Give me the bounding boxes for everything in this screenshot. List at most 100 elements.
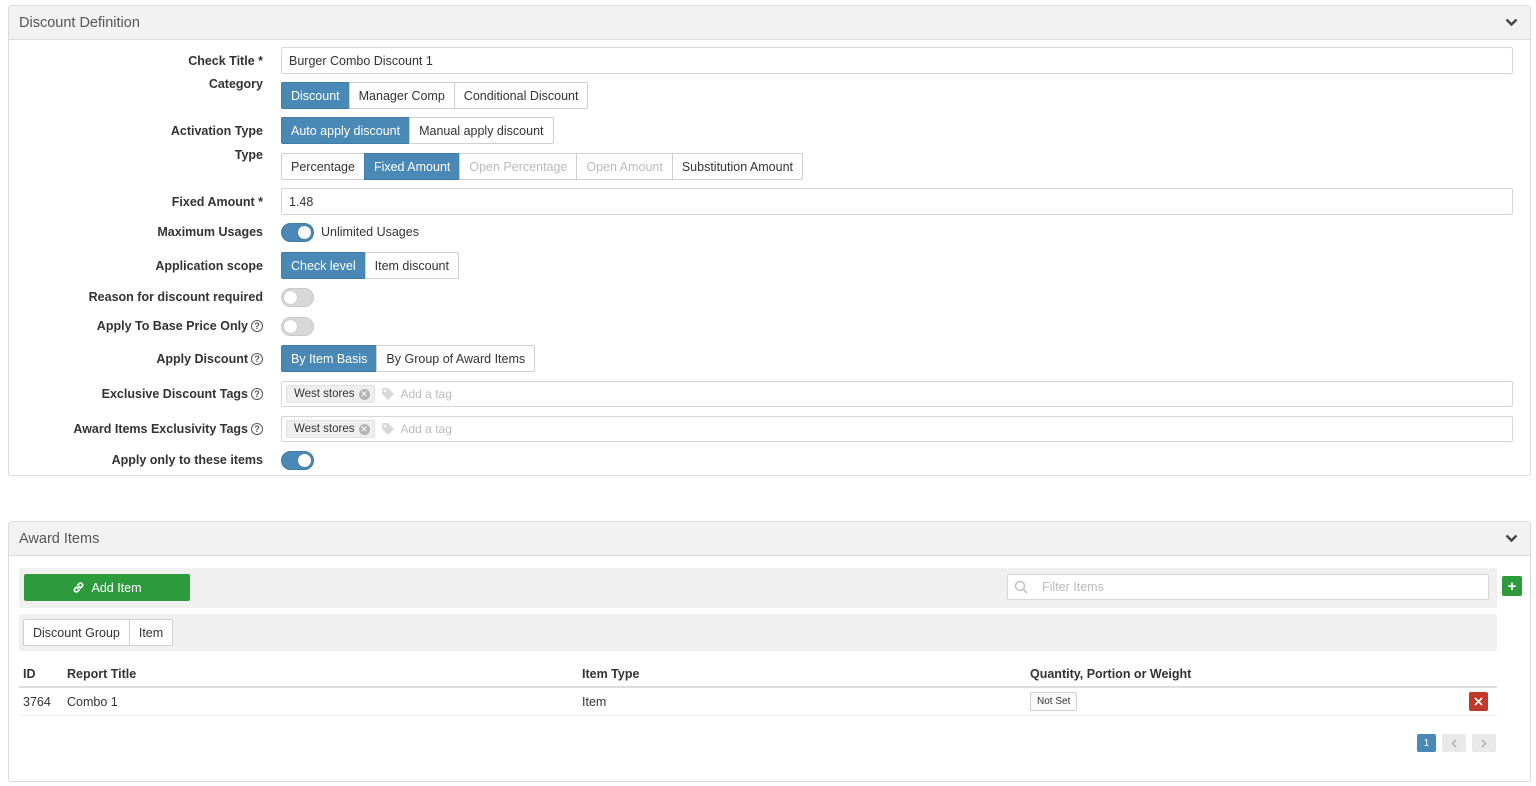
next-page-icon[interactable]: [1472, 734, 1496, 752]
type-row: Type Percentage Fixed Amount Open Percen…: [9, 148, 1530, 180]
type-button-group: Percentage Fixed Amount Open Percentage …: [281, 153, 804, 180]
activation-type-row: Activation Type Auto apply discount Manu…: [9, 117, 1530, 144]
apply-discount-label: Apply Discount ?: [156, 352, 263, 366]
type-open-percentage-button: Open Percentage: [459, 153, 578, 180]
help-circle-icon[interactable]: ?: [251, 423, 263, 435]
page-button[interactable]: 1: [1417, 734, 1436, 752]
exclusive-tags-input[interactable]: West stores ✕ Add a tag: [281, 381, 1513, 407]
tab-item[interactable]: Item: [128, 619, 174, 646]
cell-id: 3764: [23, 694, 51, 709]
apply-only-items-label: Apply only to these items: [111, 453, 263, 467]
tag-chip: West stores ✕: [286, 385, 375, 403]
help-circle-icon[interactable]: ?: [251, 388, 263, 400]
maximum-usages-label: Maximum Usages: [157, 225, 263, 239]
add-item-button[interactable]: Add Item: [24, 574, 190, 601]
chevron-down-icon[interactable]: [1502, 530, 1520, 548]
plus-button[interactable]: +: [1502, 576, 1522, 596]
tag-icon: [381, 423, 394, 435]
category-conditional-discount-button[interactable]: Conditional Discount: [453, 82, 589, 109]
category-row: Category Discount Manager Comp Condition…: [9, 77, 1530, 109]
fixed-amount-input[interactable]: 1.48: [281, 188, 1513, 215]
cell-item-type: Item: [582, 694, 607, 709]
unlink-icon[interactable]: [1469, 692, 1488, 711]
category-manager-comp-button[interactable]: Manager Comp: [348, 82, 455, 109]
pagination: 1: [1417, 734, 1496, 752]
remove-tag-icon[interactable]: ✕: [358, 388, 370, 400]
add-tag-placeholder[interactable]: Add a tag: [381, 422, 452, 436]
application-scope-row: Application scope Check level Item disco…: [9, 252, 1530, 279]
toggle-knob: [284, 290, 297, 304]
help-circle-icon[interactable]: ?: [251, 320, 263, 332]
col-quantity: Quantity, Portion or Weight: [1030, 667, 1192, 681]
item-discount-button[interactable]: Item discount: [364, 252, 459, 279]
base-price-label: Apply To Base Price Only ?: [97, 319, 263, 333]
tag-chip: West stores ✕: [286, 420, 375, 438]
apply-discount-row: Apply Discount ? By Item Basis By Group …: [9, 345, 1530, 372]
search-icon: [1014, 580, 1028, 594]
award-items-panel: Award Items Add Item + Discount Group It…: [8, 521, 1531, 782]
toggle-knob: [298, 453, 311, 467]
award-items-header[interactable]: Award Items: [9, 522, 1530, 556]
check-title-input[interactable]: Burger Combo Discount 1: [281, 47, 1513, 74]
award-items-table: ID Report Title Item Type Quantity, Port…: [19, 662, 1497, 716]
manual-apply-button[interactable]: Manual apply discount: [409, 117, 554, 144]
base-price-row: Apply To Base Price Only ?: [9, 316, 1530, 336]
base-price-toggle[interactable]: [281, 316, 314, 336]
filter-items-input[interactable]: [1040, 579, 1460, 595]
type-label: Type: [234, 148, 263, 162]
col-report-title: Report Title: [67, 667, 137, 681]
category-button-group: Discount Manager Comp Conditional Discou…: [281, 82, 589, 109]
col-item-type: Item Type: [582, 667, 640, 681]
application-scope-button-group: Check level Item discount: [281, 252, 459, 279]
remove-tag-icon[interactable]: ✕: [358, 423, 370, 435]
type-percentage-button[interactable]: Percentage: [281, 153, 365, 180]
table-row[interactable]: 3764 Combo 1 Item Not Set: [19, 688, 1497, 716]
check-level-button[interactable]: Check level: [281, 252, 366, 279]
help-circle-icon[interactable]: ?: [251, 352, 263, 365]
link-icon: [74, 582, 84, 593]
add-tag-placeholder[interactable]: Add a tag: [381, 387, 452, 401]
apply-only-items-toggle[interactable]: [281, 450, 314, 470]
check-title-label: Check Title *: [188, 53, 263, 68]
maximum-usages-row: Maximum Usages Unlimited Usages: [9, 222, 1530, 242]
award-exclusivity-tags-row: Award Items Exclusivity Tags ? West stor…: [9, 416, 1530, 442]
panel-title: Award Items: [19, 530, 100, 547]
tag-chip-label: West stores: [294, 388, 355, 400]
toggle-knob: [298, 225, 311, 239]
col-id: ID: [23, 667, 36, 681]
fixed-amount-row: Fixed Amount * 1.48: [9, 188, 1530, 215]
exclusive-tags-row: Exclusive Discount Tags ? West stores ✕ …: [9, 381, 1530, 407]
quantity-not-set-button[interactable]: Not Set: [1030, 692, 1078, 711]
prev-page-icon[interactable]: [1442, 734, 1466, 752]
auto-apply-button[interactable]: Auto apply discount: [281, 117, 411, 144]
award-exclusivity-tags-input[interactable]: West stores ✕ Add a tag: [281, 416, 1513, 442]
category-discount-button[interactable]: Discount: [281, 82, 350, 109]
activation-type-label: Activation Type: [170, 123, 263, 138]
discount-definition-header[interactable]: Discount Definition: [9, 6, 1530, 40]
tag-chip-label: West stores: [294, 423, 355, 435]
reason-required-label: Reason for discount required: [88, 290, 263, 304]
filter-items-field[interactable]: [1007, 574, 1489, 600]
award-toolbar: Add Item: [19, 568, 1497, 608]
type-fixed-amount-button[interactable]: Fixed Amount: [363, 153, 461, 180]
fixed-amount-label: Fixed Amount *: [171, 194, 263, 209]
add-item-label: Add Item: [91, 580, 142, 595]
exclusive-tags-label: Exclusive Discount Tags ?: [102, 387, 263, 401]
maximum-usages-toggle[interactable]: [281, 222, 314, 242]
by-item-basis-button[interactable]: By Item Basis: [281, 345, 378, 372]
by-group-award-items-button[interactable]: By Group of Award Items: [376, 345, 536, 372]
type-substitution-amount-button[interactable]: Substitution Amount: [671, 153, 804, 180]
cell-report-title: Combo 1: [67, 694, 118, 709]
tab-discount-group[interactable]: Discount Group: [23, 619, 130, 646]
table-header: ID Report Title Item Type Quantity, Port…: [19, 662, 1497, 688]
filter-tabs-bar: Discount Group Item: [19, 614, 1497, 651]
apply-discount-button-group: By Item Basis By Group of Award Items: [281, 345, 536, 372]
discount-definition-panel: Discount Definition Check Title * Burger…: [8, 5, 1531, 476]
reason-required-toggle[interactable]: [281, 287, 314, 307]
chevron-down-icon[interactable]: [1502, 14, 1520, 32]
apply-only-items-row: Apply only to these items: [9, 450, 1530, 470]
filter-tab-group: Discount Group Item: [23, 619, 174, 646]
type-open-amount-button: Open Amount: [576, 153, 673, 180]
reason-required-row: Reason for discount required: [9, 287, 1530, 307]
check-title-row: Check Title * Burger Combo Discount 1: [9, 47, 1530, 74]
